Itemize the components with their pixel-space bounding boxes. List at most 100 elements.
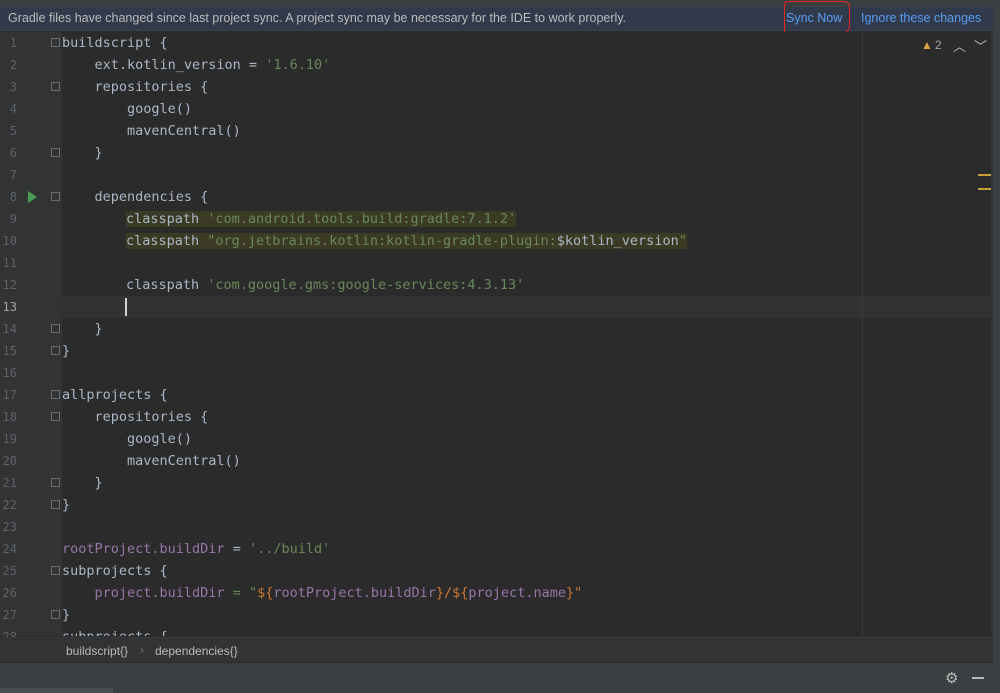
code-line: } [62, 343, 71, 359]
gutter-row: 14 [0, 318, 62, 340]
breadcrumb-item-dependencies[interactable]: dependencies{} [155, 644, 238, 658]
code-line: project.buildDir = "${rootProject.buildD… [62, 585, 583, 601]
sync-now-link[interactable]: Sync Now [786, 11, 842, 25]
right-margin-guide [862, 32, 863, 636]
gutter-row: 7 [0, 164, 62, 186]
line-number: 18 [2, 410, 17, 424]
fold-marker-icon[interactable] [51, 390, 60, 399]
fold-marker-icon[interactable] [51, 412, 60, 421]
line-number: 7 [9, 168, 17, 182]
line-number: 19 [2, 432, 17, 446]
chevron-down-icon[interactable]: ﹀ [974, 36, 987, 55]
gutter-row: 26 [0, 582, 62, 604]
line-number: 23 [2, 520, 17, 534]
line-number: 11 [2, 256, 17, 270]
fold-marker-icon[interactable] [51, 38, 60, 47]
status-bar-tab[interactable] [0, 688, 113, 693]
gutter-row: 13 [0, 296, 62, 318]
line-number: 17 [2, 388, 17, 402]
line-number: 2 [9, 58, 17, 72]
line-number: 1 [9, 36, 17, 50]
gutter-row: 23 [0, 516, 62, 538]
line-number: 10 [2, 234, 17, 248]
code-line: dependencies { [62, 189, 209, 205]
code-line: } [62, 321, 103, 337]
code-line: buildscript { [62, 35, 168, 51]
line-number: 13 [2, 300, 17, 314]
editor-gutter[interactable]: 1 2 3 4 5 6 7 8 9 10 11 12 13 14 15 16 17 18 19 20 21 22 23 24 2… [0, 32, 62, 644]
chevron-up-icon[interactable]: ︿ [953, 36, 966, 55]
gutter-row: 8 [0, 186, 62, 208]
gutter-row: 18 [0, 406, 62, 428]
line-number: 14 [2, 322, 17, 336]
warning-stripe-marker[interactable] [978, 188, 991, 190]
gutter-row: 24 [0, 538, 62, 560]
gutter-row: 9 [0, 208, 62, 230]
line-number: 27 [2, 608, 17, 622]
code-line: subprojects { [62, 563, 168, 579]
code-line: subprojects { [62, 626, 168, 636]
bottom-tool-window-bar: ⚙ [0, 662, 993, 693]
warning-stripe-marker[interactable] [978, 174, 991, 176]
text-caret [125, 298, 127, 316]
breadcrumb: buildscript{} › dependencies{} [0, 637, 993, 662]
code-line: classpath 'com.google.gms:google-service… [126, 277, 525, 293]
gutter-row: 10 [0, 230, 62, 252]
fold-marker-icon[interactable] [51, 148, 60, 157]
notification-message: Gradle files have changed since last pro… [8, 11, 627, 25]
fold-marker-icon[interactable] [51, 478, 60, 487]
code-line: google() [62, 431, 193, 447]
line-number: 9 [9, 212, 17, 226]
run-icon[interactable] [28, 191, 37, 203]
gear-icon[interactable]: ⚙ [945, 669, 958, 687]
minimize-icon[interactable] [972, 677, 984, 679]
fold-marker-icon[interactable] [51, 192, 60, 201]
breadcrumb-item-buildscript[interactable]: buildscript{} [66, 644, 128, 658]
code-line: repositories { [62, 79, 209, 95]
line-number: 15 [2, 344, 17, 358]
gutter-row: 6 [0, 142, 62, 164]
fold-marker-icon[interactable] [51, 346, 60, 355]
gutter-row: 1 [0, 32, 62, 54]
line-number: 21 [2, 476, 17, 490]
code-line: classpath "org.jetbrains.kotlin:kotlin-g… [126, 233, 687, 249]
line-number: 12 [2, 278, 17, 292]
line-number: 26 [2, 586, 17, 600]
gutter-row: 19 [0, 428, 62, 450]
gutter-row: 21 [0, 472, 62, 494]
code-line: } [62, 475, 103, 491]
fold-marker-icon[interactable] [51, 500, 60, 509]
fold-marker-icon[interactable] [51, 566, 60, 575]
code-line: allprojects { [62, 387, 168, 403]
line-number: 6 [9, 146, 17, 160]
gutter-row: 17 [0, 384, 62, 406]
device-manager-tool-strip[interactable] [993, 0, 1000, 693]
fold-marker-icon[interactable] [51, 324, 60, 333]
gutter-row: 15 [0, 340, 62, 362]
code-line: } [62, 607, 71, 623]
current-line-highlight [62, 296, 991, 318]
line-number: 20 [2, 454, 17, 468]
code-editor[interactable]: buildscript { ext.kotlin_version = '1.6.… [62, 32, 991, 636]
inspection-widget[interactable]: ▲ 2 [921, 38, 942, 52]
fold-marker-icon[interactable] [51, 610, 60, 619]
gutter-row: 27 [0, 604, 62, 626]
line-number: 25 [2, 564, 17, 578]
breadcrumb-separator: › [140, 643, 144, 657]
code-line: google() [62, 101, 193, 117]
warning-icon: ▲ [921, 38, 933, 52]
fold-marker-icon[interactable] [51, 82, 60, 91]
line-number: 8 [9, 190, 17, 204]
warning-count: 2 [934, 38, 942, 52]
line-number: 16 [2, 366, 17, 380]
code-line: classpath 'com.android.tools.build:gradl… [126, 211, 517, 227]
gutter-row: 5 [0, 120, 62, 142]
gutter-row: 25 [0, 560, 62, 582]
gradle-sync-notification: Gradle files have changed since last pro… [0, 7, 993, 31]
line-number: 5 [9, 124, 17, 138]
gutter-row: 22 [0, 494, 62, 516]
code-line: ext.kotlin_version = '1.6.10' [62, 57, 331, 73]
gutter-row: 2 [0, 54, 62, 76]
code-line: rootProject.buildDir = '../build' [62, 541, 331, 557]
ignore-changes-link[interactable]: Ignore these changes [861, 11, 981, 25]
